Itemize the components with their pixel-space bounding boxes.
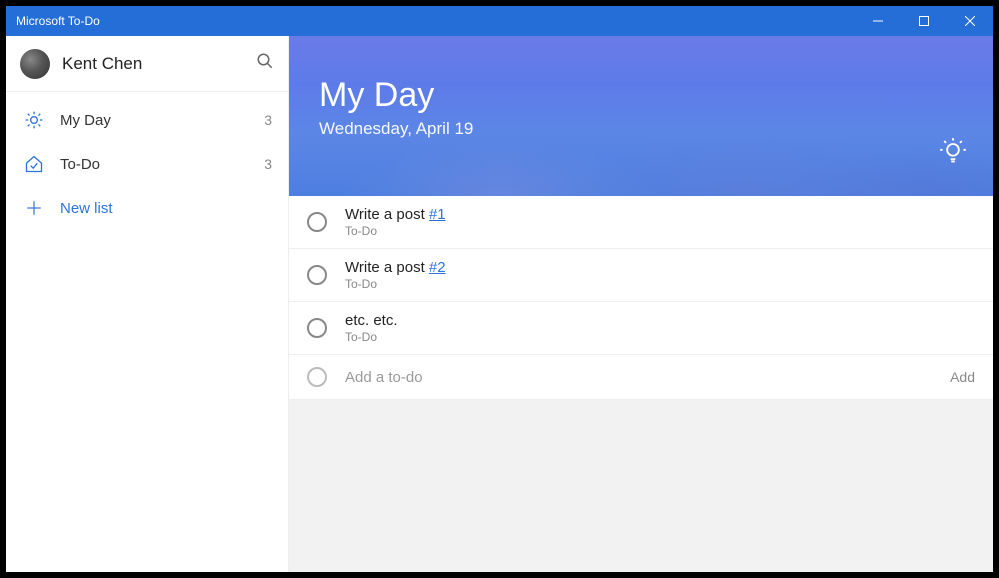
task-sublabel: To-Do — [345, 277, 975, 291]
app-title: Microsoft To-Do — [6, 14, 855, 28]
complete-toggle[interactable] — [307, 265, 327, 285]
avatar — [20, 49, 50, 79]
maximize-button[interactable] — [901, 6, 947, 36]
add-task-input[interactable]: Add a to-do — [345, 369, 950, 386]
complete-toggle[interactable] — [307, 318, 327, 338]
task-sublabel: To-Do — [345, 224, 975, 238]
page-title: My Day — [319, 76, 963, 115]
sidebar-item-my-day[interactable]: My Day 3 — [6, 98, 288, 142]
sidebar-item-label: My Day — [60, 112, 264, 129]
suggestions-button[interactable] — [939, 137, 967, 170]
task-link[interactable]: #2 — [429, 259, 446, 276]
sidebar-item-count: 3 — [264, 156, 272, 172]
search-icon — [256, 52, 274, 70]
add-circle-icon — [307, 367, 327, 387]
search-button[interactable] — [256, 52, 274, 75]
task-row[interactable]: Write a post #2 To-Do — [289, 249, 993, 302]
task-row[interactable]: Write a post #1 To-Do — [289, 196, 993, 249]
sun-icon — [22, 110, 46, 130]
new-list-button[interactable]: New list — [6, 186, 288, 230]
sidebar: Kent Chen My Day 3 To-Do — [6, 36, 289, 572]
plus-icon — [22, 199, 46, 217]
sidebar-item-todo[interactable]: To-Do 3 — [6, 142, 288, 186]
complete-toggle[interactable] — [307, 212, 327, 232]
page-date: Wednesday, April 19 — [319, 119, 963, 139]
hero: My Day Wednesday, April 19 — [289, 36, 993, 196]
sidebar-item-count: 3 — [264, 112, 272, 128]
maximize-icon — [919, 16, 929, 26]
minimize-button[interactable] — [855, 6, 901, 36]
task-title: Write a post #1 — [345, 206, 975, 223]
titlebar: Microsoft To-Do — [6, 6, 993, 36]
close-button[interactable] — [947, 6, 993, 36]
task-title: etc. etc. — [345, 312, 975, 329]
task-row[interactable]: etc. etc. To-Do — [289, 302, 993, 355]
task-link[interactable]: #1 — [429, 206, 446, 223]
profile-row[interactable]: Kent Chen — [6, 36, 288, 92]
profile-name: Kent Chen — [62, 54, 256, 74]
close-icon — [965, 16, 975, 26]
add-task-row[interactable]: Add a to-do Add — [289, 355, 993, 400]
task-list: Write a post #1 To-Do Write a post #2 To… — [289, 196, 993, 355]
minimize-icon — [873, 16, 883, 26]
add-button[interactable]: Add — [950, 369, 975, 385]
task-title: Write a post #2 — [345, 259, 975, 276]
task-sublabel: To-Do — [345, 330, 975, 344]
new-list-label: New list — [60, 200, 272, 217]
home-check-icon — [22, 154, 46, 174]
lightbulb-icon — [939, 137, 967, 165]
main-panel: My Day Wednesday, April 19 Write a post … — [289, 36, 993, 572]
sidebar-item-label: To-Do — [60, 156, 264, 173]
